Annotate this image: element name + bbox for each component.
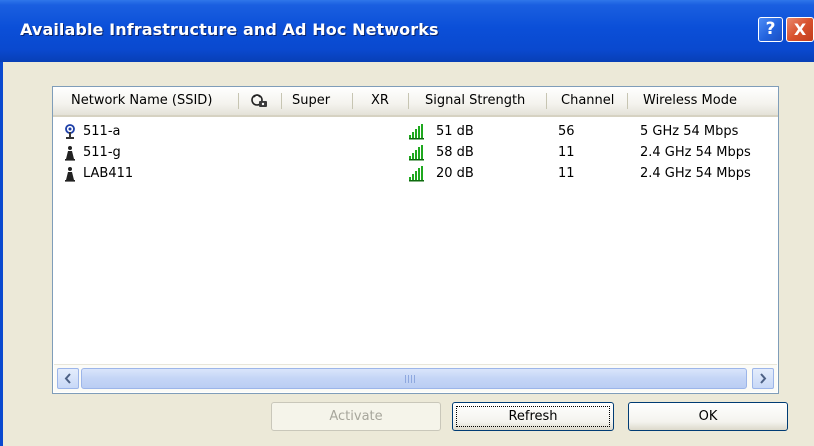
help-icon: ? xyxy=(765,19,776,39)
signal-bars-icon xyxy=(409,145,427,161)
column-header-xr[interactable]: XR xyxy=(371,87,389,115)
column-header-ssid[interactable]: Network Name (SSID) xyxy=(71,87,212,115)
mode-value: 2.4 GHz 54 Mbps xyxy=(640,166,751,181)
arrow-right-icon xyxy=(760,373,767,384)
column-divider[interactable] xyxy=(281,93,282,109)
list-header: Network Name (SSID) Super XR Signal Stre… xyxy=(53,87,778,117)
column-divider[interactable] xyxy=(238,93,239,109)
close-icon: X xyxy=(793,20,807,39)
ok-button[interactable]: OK xyxy=(628,402,788,431)
column-header-mode[interactable]: Wireless Mode xyxy=(643,87,737,115)
column-divider[interactable] xyxy=(352,93,353,109)
column-header-super[interactable]: Super xyxy=(292,87,330,115)
network-list[interactable]: Network Name (SSID) Super XR Signal Stre… xyxy=(52,86,779,394)
channel-value: 11 xyxy=(558,145,575,160)
arrow-left-icon xyxy=(64,373,71,384)
signal-bars-icon xyxy=(409,166,427,182)
mode-value: 5 GHz 54 Mbps xyxy=(640,124,739,139)
signal-value: 58 dB xyxy=(436,145,474,160)
channel-value: 56 xyxy=(558,124,575,139)
help-button[interactable]: ? xyxy=(758,17,783,42)
network-ssid: 511-a xyxy=(83,124,121,139)
network-row[interactable]: 511-a 51 dB 56 5 GHz 54 Mbps xyxy=(53,122,778,142)
window-frame xyxy=(0,62,3,446)
signal-bars-icon xyxy=(409,124,427,140)
scroll-thumb[interactable] xyxy=(81,368,747,389)
lock-icon xyxy=(251,94,267,107)
signal-value: 20 dB xyxy=(436,166,474,181)
scroll-left-button[interactable] xyxy=(57,368,79,389)
mode-value: 2.4 GHz 54 Mbps xyxy=(640,145,751,160)
network-ssid: LAB411 xyxy=(83,166,134,181)
signal-value: 51 dB xyxy=(436,124,474,139)
adhoc-station-icon xyxy=(63,145,77,161)
scroll-right-button[interactable] xyxy=(752,368,774,389)
horizontal-scrollbar[interactable] xyxy=(54,364,777,392)
network-ssid: 511-g xyxy=(83,145,121,160)
grip-icon xyxy=(405,375,415,383)
column-header-channel[interactable]: Channel xyxy=(561,87,614,115)
column-divider[interactable] xyxy=(408,93,409,109)
access-point-icon xyxy=(63,124,77,140)
column-divider[interactable] xyxy=(627,93,628,109)
network-row[interactable]: LAB411 20 dB 11 2.4 GHz 54 Mbps xyxy=(53,164,778,184)
column-header-signal[interactable]: Signal Strength xyxy=(425,87,525,115)
close-button[interactable]: X xyxy=(786,17,814,42)
network-row[interactable]: 511-g 58 dB 11 2.4 GHz 54 Mbps xyxy=(53,143,778,163)
column-header-security[interactable] xyxy=(248,87,278,115)
refresh-button[interactable]: Refresh xyxy=(452,402,614,431)
channel-value: 11 xyxy=(558,166,575,181)
adhoc-station-icon xyxy=(63,166,77,182)
window-title: Available Infrastructure and Ad Hoc Netw… xyxy=(20,20,439,39)
title-bar: Available Infrastructure and Ad Hoc Netw… xyxy=(0,0,814,62)
activate-button[interactable]: Activate xyxy=(271,402,441,431)
column-divider[interactable] xyxy=(546,93,547,109)
